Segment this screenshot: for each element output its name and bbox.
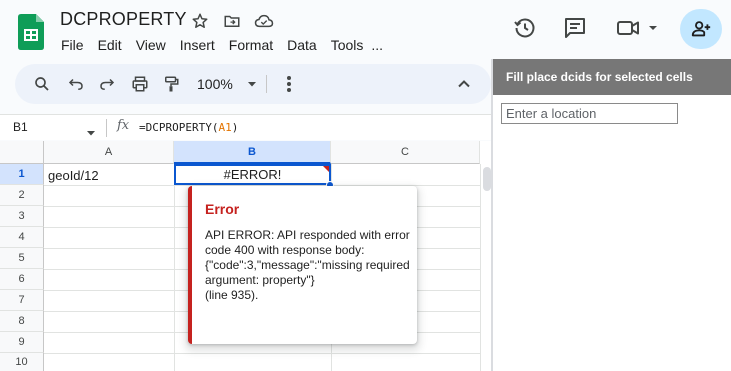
formula-divider — [106, 119, 107, 137]
toolbar-divider — [266, 75, 267, 93]
menu-file[interactable]: File — [61, 37, 84, 55]
paint-format-icon[interactable] — [159, 72, 183, 96]
row-header-1[interactable]: 1 — [0, 164, 44, 185]
search-icon[interactable] — [30, 72, 54, 96]
menu-edit[interactable]: Edit — [98, 37, 122, 55]
fx-icon: fx — [117, 118, 130, 133]
star-icon[interactable] — [190, 11, 210, 31]
row-line — [44, 353, 480, 354]
cloud-icon[interactable] — [254, 11, 274, 31]
error-indicator — [323, 166, 329, 172]
menu-data[interactable]: Data — [287, 37, 317, 55]
add-person-button[interactable] — [680, 9, 722, 49]
column-header-b[interactable]: B — [174, 141, 331, 164]
column-header-c[interactable]: C — [331, 141, 480, 164]
menu-tools[interactable]: Tools — [331, 37, 364, 55]
menu-bar: File Edit View Insert Format Data Tools … — [61, 37, 397, 55]
add-person-icon — [691, 21, 711, 37]
chevron-down-icon[interactable] — [240, 72, 264, 96]
row-header-5[interactable]: 5 — [0, 248, 44, 269]
row-header-3[interactable]: 3 — [0, 206, 44, 227]
location-input[interactable] — [501, 103, 678, 124]
comment-icon[interactable] — [559, 12, 591, 44]
formula-bar: B1 fx =DCPROPERTY(A1) — [0, 114, 491, 140]
redo-icon[interactable] — [95, 72, 119, 96]
history-icon[interactable] — [509, 12, 541, 44]
zoom-level[interactable]: 100% — [197, 76, 233, 92]
formula-ref: A1 — [218, 121, 232, 134]
name-box[interactable]: B1 — [13, 120, 28, 134]
row-header-9[interactable]: 9 — [0, 332, 44, 353]
row-header-6[interactable]: 6 — [0, 269, 44, 290]
menu-more[interactable]: ... — [371, 37, 383, 55]
document-title[interactable]: DCPROPERTY — [60, 9, 187, 30]
menu-format[interactable]: Format — [229, 37, 273, 55]
vertical-scrollbar[interactable] — [480, 164, 491, 371]
print-icon[interactable] — [128, 72, 152, 96]
menu-insert[interactable]: Insert — [180, 37, 215, 55]
move-folder-icon[interactable] — [222, 11, 242, 31]
row-header-7[interactable]: 7 — [0, 290, 44, 311]
video-camera-icon[interactable] — [614, 12, 660, 44]
error-message: API ERROR: API responded with error code… — [205, 228, 410, 302]
name-box-dropdown-icon[interactable] — [86, 124, 96, 142]
chevron-up-icon[interactable] — [452, 72, 476, 96]
undo-icon[interactable] — [64, 72, 88, 96]
row-header-2[interactable]: 2 — [0, 185, 44, 206]
error-title: Error — [205, 201, 240, 217]
cell-b1[interactable]: #ERROR! — [174, 164, 331, 185]
formula-suffix: ) — [231, 121, 239, 134]
row-header-4[interactable]: 4 — [0, 227, 44, 248]
more-vert-icon[interactable] — [277, 72, 301, 96]
sheets-logo-icon[interactable] — [18, 14, 44, 50]
sheets-app: DCPROPERTY File Edit View Insert Format … — [0, 0, 731, 371]
cell-a1[interactable]: geoId/12 — [48, 168, 99, 183]
column-header-a[interactable]: A — [44, 141, 174, 164]
error-popup: Error API ERROR: API responded with erro… — [188, 186, 417, 344]
menu-view[interactable]: View — [136, 37, 166, 55]
scrollbar-thumb[interactable] — [483, 167, 491, 191]
select-all-corner[interactable] — [0, 141, 44, 164]
formula-input[interactable]: =DCPROPERTY(A1) — [139, 121, 238, 134]
row-header-8[interactable]: 8 — [0, 311, 44, 332]
toolbar: 100% — [15, 64, 491, 104]
formula-prefix: =DCPROPERTY( — [139, 121, 219, 134]
sidebar-title: Fill place dcids for selected cells — [493, 59, 731, 95]
sidebar-panel — [493, 95, 731, 371]
column-line — [174, 164, 175, 371]
row-header-10[interactable]: 10 — [0, 353, 44, 371]
